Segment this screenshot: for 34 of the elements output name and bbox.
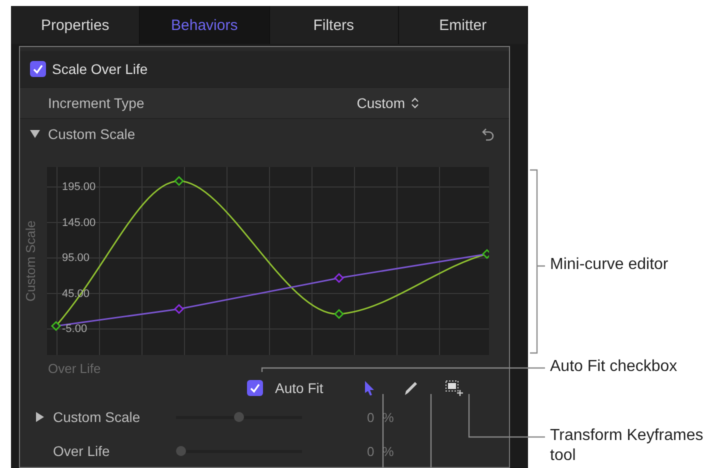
parameter-label: Custom Scale bbox=[53, 409, 140, 425]
slider-thumb[interactable] bbox=[234, 412, 244, 422]
auto-fit-label: Auto Fit bbox=[275, 380, 324, 396]
y-tick-label: -5.00 bbox=[62, 322, 88, 337]
behavior-title: Scale Over Life bbox=[52, 61, 148, 77]
pencil-icon[interactable] bbox=[403, 380, 420, 396]
callout-label: Mini-curve editor bbox=[550, 255, 670, 275]
up-down-arrows-icon[interactable] bbox=[411, 97, 419, 109]
increment-type-label: Increment Type bbox=[48, 95, 144, 111]
inspector-tab[interactable]: Behaviors bbox=[140, 6, 270, 44]
y-tick-label: 145.00 bbox=[62, 216, 96, 230]
y-axis-label: Custom Scale bbox=[23, 220, 39, 304]
inspector-tab[interactable]: Emitter bbox=[398, 6, 528, 44]
reset-icon[interactable] bbox=[481, 127, 495, 141]
y-tick-label: 95.00 bbox=[62, 251, 91, 266]
transform-icon[interactable] bbox=[445, 380, 464, 396]
keyframe-icon[interactable] bbox=[50, 320, 62, 332]
parameter-label: Over Life bbox=[53, 443, 110, 459]
keyframe-icon[interactable] bbox=[482, 248, 489, 260]
x-axis-label: Over Life bbox=[48, 361, 101, 377]
enable-checkbox[interactable] bbox=[30, 61, 46, 77]
inspector-tab[interactable]: Filters bbox=[270, 6, 399, 44]
disclosure-triangle-icon[interactable] bbox=[30, 129, 40, 139]
disclosure-triangle-icon[interactable] bbox=[35, 412, 45, 422]
inspector-tab[interactable]: Properties bbox=[11, 6, 140, 44]
y-tick-label: 195.00 bbox=[62, 180, 96, 195]
keyframe-icon[interactable] bbox=[174, 176, 184, 186]
keyframe-icon[interactable] bbox=[334, 308, 344, 320]
group-label: Custom Scale bbox=[48, 126, 136, 142]
callout-label: Auto Fit checkbox bbox=[550, 357, 678, 377]
slider-thumb[interactable] bbox=[176, 446, 186, 456]
increment-type-popup[interactable]: Custom bbox=[356, 95, 419, 111]
auto-fit-checkbox[interactable] bbox=[247, 380, 263, 396]
callout-label: Transform Keyframes tool bbox=[550, 426, 704, 466]
